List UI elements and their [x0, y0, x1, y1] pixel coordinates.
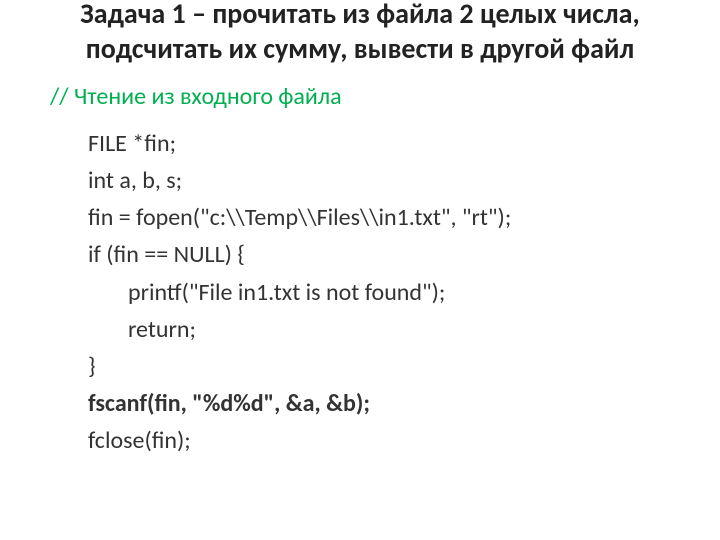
- code-line: }: [88, 348, 690, 385]
- slide-content: Задача 1 – прочитать из файла 2 целых чи…: [0, 0, 720, 459]
- code-line: fin = fopen("c:\\Temp\\Files\\in1.txt", …: [88, 199, 690, 236]
- code-line: return;: [128, 311, 690, 348]
- code-line: FILE *fin;: [88, 125, 690, 162]
- code-line-emphasis: fscanf(fin, "%d%d", &a, &b);: [88, 385, 690, 422]
- code-line: int a, b, s;: [88, 162, 690, 199]
- code-comment: // Чтение из входного файла: [50, 80, 690, 115]
- task-title: Задача 1 – прочитать из файла 2 целых чи…: [30, 0, 690, 66]
- code-line: if (fin == NULL) {: [88, 236, 690, 273]
- code-line: fclose(fin);: [88, 422, 690, 459]
- code-line: printf("File in1.txt is not found");: [128, 274, 690, 311]
